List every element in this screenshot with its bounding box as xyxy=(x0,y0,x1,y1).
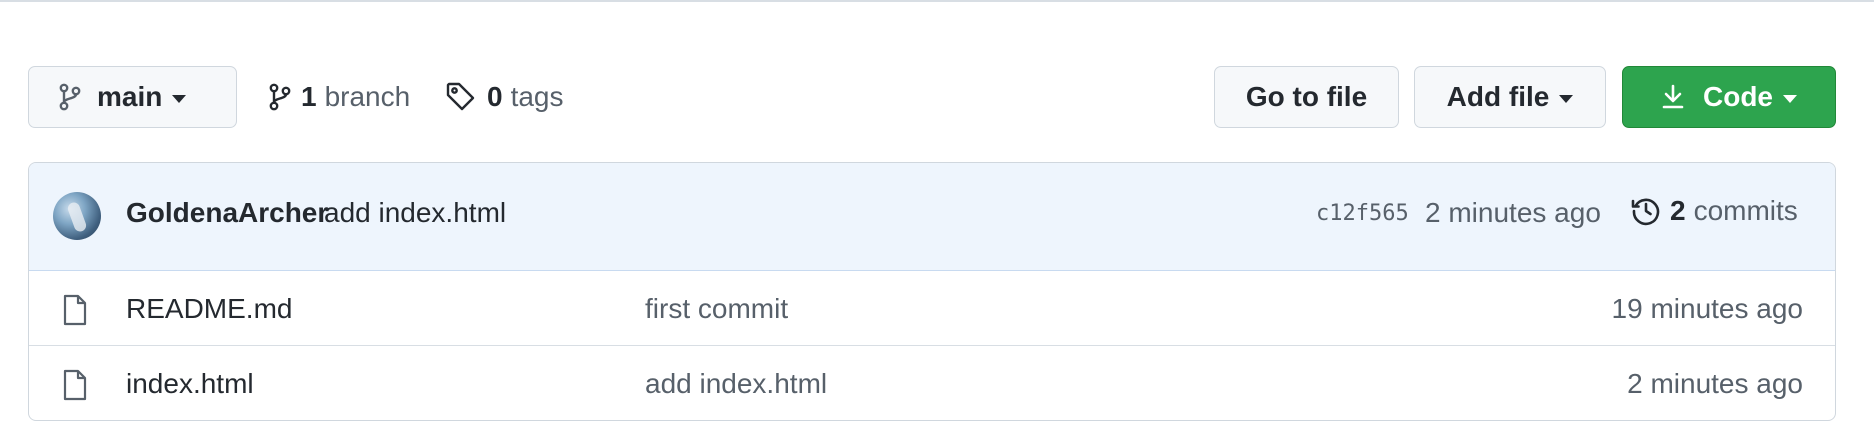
commit-author[interactable]: GoldenaArcher xyxy=(126,197,328,229)
chevron-down-icon xyxy=(1559,94,1574,103)
branches-link[interactable]: 1 branch xyxy=(269,66,410,128)
code-button[interactable]: Code xyxy=(1622,66,1836,128)
branch-select-button[interactable]: main xyxy=(28,66,237,128)
go-to-file-button[interactable]: Go to file xyxy=(1214,66,1399,128)
file-commit-message[interactable]: first commit xyxy=(645,293,788,325)
file-icon xyxy=(61,294,89,326)
branch-name: main xyxy=(97,81,163,112)
branch-label: branch xyxy=(324,81,411,112)
tag-label: tags xyxy=(510,81,564,112)
git-branch-icon xyxy=(269,83,291,111)
file-commit-message[interactable]: add index.html xyxy=(645,368,827,400)
commit-time: 2 minutes ago xyxy=(1425,197,1601,228)
file-time: 2 minutes ago xyxy=(1627,368,1803,399)
git-branch-icon xyxy=(59,83,81,111)
tag-count: 0 xyxy=(487,81,503,112)
chevron-down-icon xyxy=(172,94,187,103)
commits-count: 2 xyxy=(1670,195,1686,226)
file-name[interactable]: index.html xyxy=(126,368,254,400)
branch-count: 1 xyxy=(301,81,317,112)
commits-history-link[interactable]: 2 commits xyxy=(1630,191,1798,231)
file-list: GoldenaArcher add index.html c12f565 2 m… xyxy=(28,162,1836,421)
avatar[interactable] xyxy=(53,192,101,240)
latest-commit-bar: GoldenaArcher add index.html c12f565 2 m… xyxy=(29,163,1835,271)
file-name[interactable]: README.md xyxy=(126,293,292,325)
list-item: index.html add index.html 2 minutes ago xyxy=(29,347,1835,420)
chevron-down-icon xyxy=(1783,94,1797,103)
list-item: README.md first commit 19 minutes ago xyxy=(29,272,1835,346)
tag-icon xyxy=(445,81,477,113)
file-icon xyxy=(61,369,89,401)
top-divider xyxy=(0,0,1874,2)
history-icon xyxy=(1630,195,1662,227)
go-to-file-label: Go to file xyxy=(1245,81,1368,112)
commit-sha[interactable]: c12f565 xyxy=(1316,201,1409,226)
add-file-button[interactable]: Add file xyxy=(1414,66,1606,128)
add-file-label: Add file xyxy=(1446,81,1550,112)
code-label: Code xyxy=(1703,81,1773,112)
file-time: 19 minutes ago xyxy=(1611,293,1803,324)
download-icon xyxy=(1661,83,1685,111)
tags-link[interactable]: 0 tags xyxy=(445,66,564,128)
commits-label: commits xyxy=(1693,195,1798,226)
commit-message[interactable]: add index.html xyxy=(324,197,506,229)
repo-toolbar: main 1 branch 0 tags Go to file Add file… xyxy=(28,66,1836,128)
